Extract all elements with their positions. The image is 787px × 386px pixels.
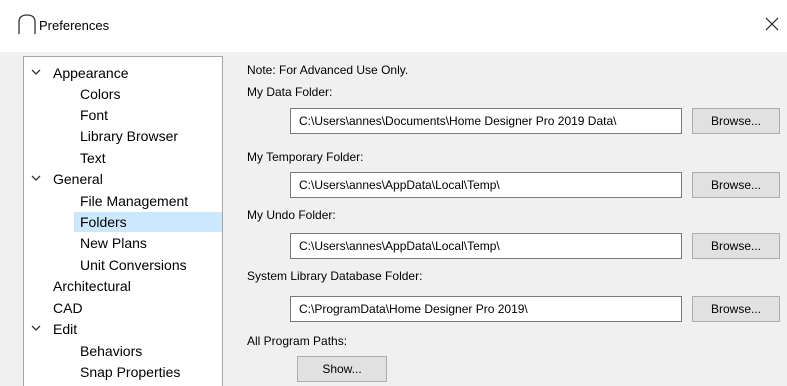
tree-item-label: File Management: [80, 193, 189, 209]
undo-folder-label: My Undo Folder:: [247, 208, 336, 222]
tree-item-text[interactable]: Text: [80, 148, 106, 168]
temp-folder-label: My Temporary Folder:: [247, 150, 364, 164]
data-folder-browse-button[interactable]: Browse...: [692, 108, 780, 134]
title-bar: Preferences: [0, 0, 787, 52]
tree-item-edit[interactable]: Edit: [53, 319, 77, 339]
tree-item-label: CAD: [53, 300, 83, 316]
library-folder-input[interactable]: C:\ProgramData\Home Designer Pro 2019\: [290, 296, 682, 322]
chevron-down-icon[interactable]: [31, 67, 41, 77]
temp-folder-input[interactable]: C:\Users\annes\AppData\Local\Temp\: [290, 172, 682, 198]
tree-item-appearance[interactable]: Appearance: [53, 63, 129, 83]
chevron-down-icon[interactable]: [31, 173, 41, 183]
tree-item-font[interactable]: Font: [80, 105, 108, 125]
tree-item-snap-properties[interactable]: Snap Properties: [80, 362, 180, 382]
library-folder-browse-button[interactable]: Browse...: [692, 296, 780, 322]
category-tree[interactable]: Appearance Colors Font Library Browser T…: [23, 56, 223, 386]
tree-item-colors[interactable]: Colors: [80, 84, 120, 104]
tree-item-label: Edit: [53, 321, 78, 337]
tree-item-unit-conversions[interactable]: Unit Conversions: [80, 255, 187, 275]
tree-item-label: Colors: [80, 86, 121, 102]
temp-folder-browse-button[interactable]: Browse...: [692, 172, 780, 198]
tree-item-label: General: [53, 171, 103, 187]
tree-item-label: Architectural: [53, 278, 131, 294]
tree-item-label: Snap Properties: [80, 364, 181, 380]
chevron-down-icon[interactable]: [31, 323, 41, 333]
tree-item-label: Unit Conversions: [80, 257, 187, 273]
program-paths-label: All Program Paths:: [247, 334, 348, 348]
tree-item-behaviors[interactable]: Behaviors: [80, 341, 142, 361]
undo-folder-input[interactable]: C:\Users\annes\AppData\Local\Temp\: [290, 233, 682, 259]
tree-item-general[interactable]: General: [53, 169, 103, 189]
tree-item-label: Text: [80, 150, 106, 166]
show-paths-button[interactable]: Show...: [297, 356, 387, 382]
arch-icon: [18, 14, 36, 34]
tree-item-label: Appearance: [53, 65, 129, 81]
tree-item-label: Behaviors: [80, 343, 143, 359]
tree-item-label: Font: [80, 107, 109, 123]
close-icon[interactable]: [760, 12, 784, 36]
tree-item-cad[interactable]: CAD: [53, 298, 83, 318]
tree-item-new-plans[interactable]: New Plans: [80, 233, 147, 253]
tree-item-label: Library Browser: [80, 128, 179, 144]
data-folder-input[interactable]: C:\Users\annes\Documents\Home Designer P…: [290, 108, 682, 134]
tree-item-label: Folders: [80, 214, 127, 230]
data-folder-label: My Data Folder:: [247, 85, 333, 99]
library-folder-label: System Library Database Folder:: [247, 269, 423, 283]
tree-item-label: New Plans: [80, 235, 147, 251]
window-title: Preferences: [39, 18, 110, 33]
advanced-note: Note: For Advanced Use Only.: [247, 63, 409, 77]
tree-item-folders[interactable]: Folders: [74, 212, 222, 232]
tree-item-architectural[interactable]: Architectural: [53, 276, 131, 296]
tree-item-library-browser[interactable]: Library Browser: [80, 126, 178, 146]
tree-item-file-management[interactable]: File Management: [80, 191, 188, 211]
undo-folder-browse-button[interactable]: Browse...: [692, 233, 780, 259]
